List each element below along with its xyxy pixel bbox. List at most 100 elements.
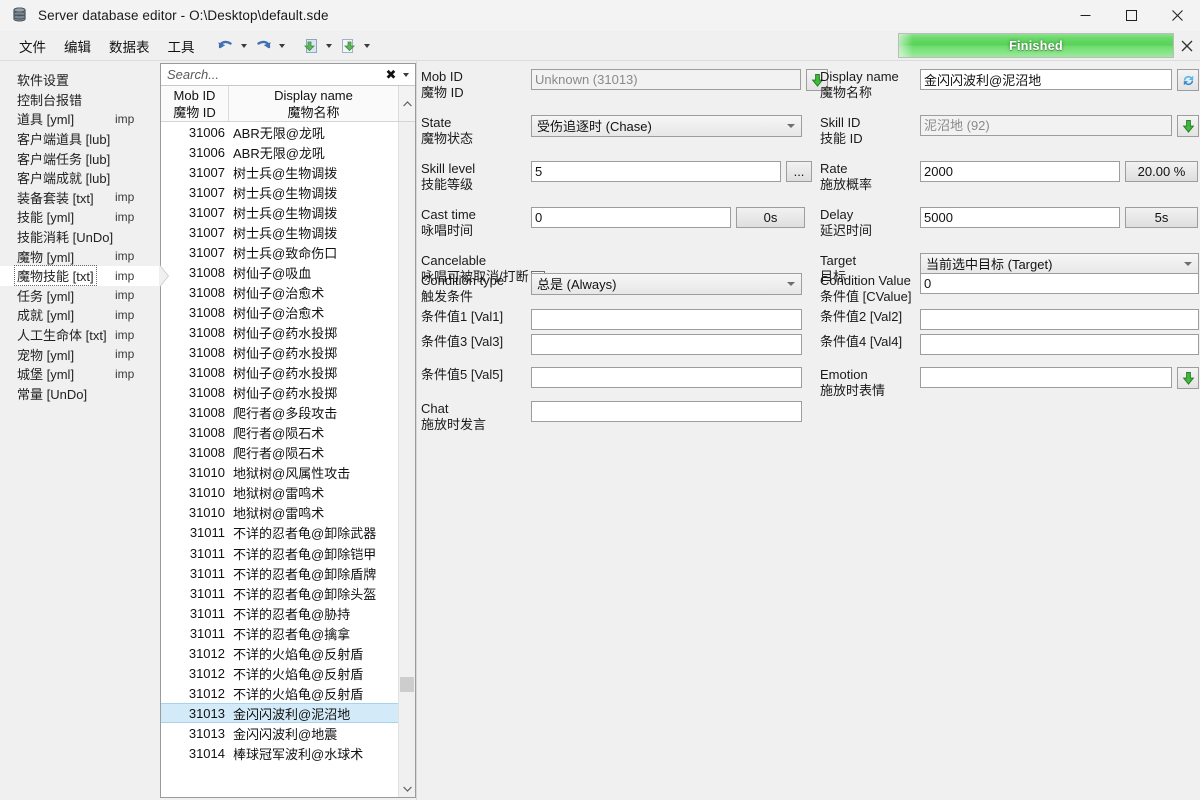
sidebar-item-12[interactable]: 成就 [yml]imp <box>0 305 160 325</box>
sidebar-item-mob-skill[interactable]: 魔物技能 [txt]imp <box>0 266 160 286</box>
target-select[interactable]: 当前选中目标 (Target) <box>920 253 1199 275</box>
menu-file[interactable]: 文件 <box>10 33 55 59</box>
emotion-input[interactable] <box>920 367 1172 388</box>
list-row[interactable]: 31010地狱树@雷鸣术 <box>161 483 398 503</box>
display-name-input[interactable] <box>920 69 1172 90</box>
list-row[interactable]: 31007树士兵@生物调拨 <box>161 222 398 242</box>
list-row[interactable]: 31007树士兵@生物调拨 <box>161 162 398 182</box>
sidebar-item-16[interactable]: 常量 [UnDo] <box>0 384 160 404</box>
list-row[interactable]: 31012不详的火焰龟@反射盾 <box>161 663 398 683</box>
scrollbar-thumb[interactable] <box>400 677 414 691</box>
sidebar-item-6[interactable]: 装备套装 [txt]imp <box>0 188 160 208</box>
list-row[interactable]: 31013金闪闪波利@地震 <box>161 723 398 743</box>
clear-search-icon[interactable]: ✖ <box>383 67 399 83</box>
scrollbar-up-button[interactable] <box>399 122 415 139</box>
minimize-button[interactable] <box>1062 0 1108 31</box>
column-header-mob-id[interactable]: Mob ID 魔物 ID <box>161 86 229 121</box>
list-row[interactable]: 31010地狱树@风属性攻击 <box>161 463 398 483</box>
list-row[interactable]: 31007树士兵@生物调拨 <box>161 202 398 222</box>
sidebar-item-13[interactable]: 人工生命体 [txt]imp <box>0 325 160 345</box>
green-down-arrow-icon[interactable] <box>1177 115 1199 137</box>
list-row[interactable]: 31011不详的忍者龟@卸除铠甲 <box>161 543 398 563</box>
menu-edit[interactable]: 编辑 <box>55 33 100 59</box>
scrollbar-track[interactable] <box>399 139 415 780</box>
menu-bar: 文件 编辑 数据表 工具 <box>0 31 1200 60</box>
redo-dropdown-icon[interactable] <box>276 34 289 58</box>
list-row[interactable]: 31008树仙子@药水投掷 <box>161 383 398 403</box>
menu-tools[interactable]: 工具 <box>159 33 204 59</box>
chat-input[interactable] <box>531 401 802 422</box>
list-row[interactable]: 31008树仙子@药水投掷 <box>161 363 398 383</box>
maximize-button[interactable] <box>1108 0 1154 31</box>
skill-id-input[interactable] <box>920 115 1172 136</box>
list-row[interactable]: 31008爬行者@多段攻击 <box>161 403 398 423</box>
val5-input[interactable] <box>531 367 802 388</box>
import-dropdown-icon[interactable] <box>323 34 336 58</box>
import-icon[interactable] <box>298 34 323 58</box>
refresh-icon[interactable] <box>1177 69 1199 91</box>
sidebar-item-1[interactable]: 控制台报错 <box>0 90 160 110</box>
list-row[interactable]: 31008树仙子@药水投掷 <box>161 343 398 363</box>
list-row[interactable]: 31008爬行者@陨石术 <box>161 423 398 443</box>
search-input[interactable] <box>165 67 383 82</box>
list-row[interactable]: 31010地狱树@雷鸣术 <box>161 503 398 523</box>
list-row[interactable]: 31008树仙子@吸血 <box>161 262 398 282</box>
list-row[interactable]: 31007树士兵@致命伤口 <box>161 242 398 262</box>
sidebar-item-2[interactable]: 道具 [yml]imp <box>0 109 160 129</box>
sidebar-item-0[interactable]: 软件设置 <box>0 70 160 90</box>
condition-value-input[interactable] <box>920 273 1199 294</box>
val1-input[interactable] <box>531 309 802 330</box>
sidebar-item-7[interactable]: 技能 [yml]imp <box>0 207 160 227</box>
sidebar-item-11[interactable]: 任务 [yml]imp <box>0 286 160 306</box>
sidebar-item-9[interactable]: 魔物 [yml]imp <box>0 246 160 266</box>
list-row[interactable]: 31008树仙子@治愈术 <box>161 282 398 302</box>
green-down-arrow-icon[interactable] <box>1177 367 1199 389</box>
undo-icon[interactable] <box>213 34 238 58</box>
val3-input[interactable] <box>531 334 802 355</box>
scroll-up-icon[interactable] <box>398 86 415 121</box>
list-rows[interactable]: 31006ABR无限@龙吼31006ABR无限@龙吼31007树士兵@生物调拨3… <box>161 122 398 797</box>
list-row[interactable]: 31014棒球冠军波利@水球术 <box>161 743 398 763</box>
list-row[interactable]: 31006ABR无限@龙吼 <box>161 122 398 142</box>
menu-datatable[interactable]: 数据表 <box>100 33 159 59</box>
condition-type-select[interactable]: 总是 (Always) <box>531 273 802 295</box>
delay-input[interactable] <box>920 207 1120 228</box>
val4-input[interactable] <box>920 334 1199 355</box>
sidebar-item-4[interactable]: 客户端任务 [lub] <box>0 148 160 168</box>
list-row-selected[interactable]: 31013金闪闪波利@泥沼地 <box>161 703 398 723</box>
list-row[interactable]: 31008树仙子@治愈术 <box>161 302 398 322</box>
sidebar-item-14[interactable]: 宠物 [yml]imp <box>0 344 160 364</box>
list-row[interactable]: 31011不详的忍者龟@卸除头盔 <box>161 583 398 603</box>
list-scrollbar[interactable] <box>398 122 415 797</box>
state-select[interactable]: 受伤追逐时 (Chase) <box>531 115 802 137</box>
close-button[interactable] <box>1154 0 1200 31</box>
list-row[interactable]: 31011不详的忍者龟@擒拿 <box>161 623 398 643</box>
search-options-dropdown-icon[interactable] <box>399 73 413 77</box>
skill-level-browse-button[interactable]: ... <box>786 161 812 182</box>
list-row[interactable]: 31011不详的忍者龟@卸除武器 <box>161 523 398 543</box>
sidebar-item-8[interactable]: 技能消耗 [UnDo] <box>0 227 160 247</box>
progress-close-button[interactable] <box>1176 33 1198 58</box>
list-row[interactable]: 31007树士兵@生物调拨 <box>161 182 398 202</box>
scrollbar-down-button[interactable] <box>399 780 415 797</box>
val2-input[interactable] <box>920 309 1199 330</box>
list-row[interactable]: 31008树仙子@药水投掷 <box>161 322 398 342</box>
sidebar-item-3[interactable]: 客户端道具 [lub] <box>0 129 160 149</box>
redo-icon[interactable] <box>251 34 276 58</box>
list-row[interactable]: 31006ABR无限@龙吼 <box>161 142 398 162</box>
list-row[interactable]: 31012不详的火焰龟@反射盾 <box>161 643 398 663</box>
undo-dropdown-icon[interactable] <box>238 34 251 58</box>
skill-level-input[interactable] <box>531 161 781 182</box>
list-row[interactable]: 31011不详的忍者龟@胁持 <box>161 603 398 623</box>
list-row[interactable]: 31011不详的忍者龟@卸除盾牌 <box>161 563 398 583</box>
export-icon[interactable] <box>336 34 361 58</box>
cast-time-input[interactable] <box>531 207 731 228</box>
column-header-display-name[interactable]: Display name 魔物名称 <box>229 86 398 121</box>
sidebar-item-5[interactable]: 客户端成就 [lub] <box>0 168 160 188</box>
rate-input[interactable] <box>920 161 1120 182</box>
list-row[interactable]: 31012不详的火焰龟@反射盾 <box>161 683 398 703</box>
mob-id-input[interactable] <box>531 69 801 90</box>
export-dropdown-icon[interactable] <box>361 34 374 58</box>
list-row[interactable]: 31008爬行者@陨石术 <box>161 443 398 463</box>
sidebar-item-15[interactable]: 城堡 [yml]imp <box>0 364 160 384</box>
